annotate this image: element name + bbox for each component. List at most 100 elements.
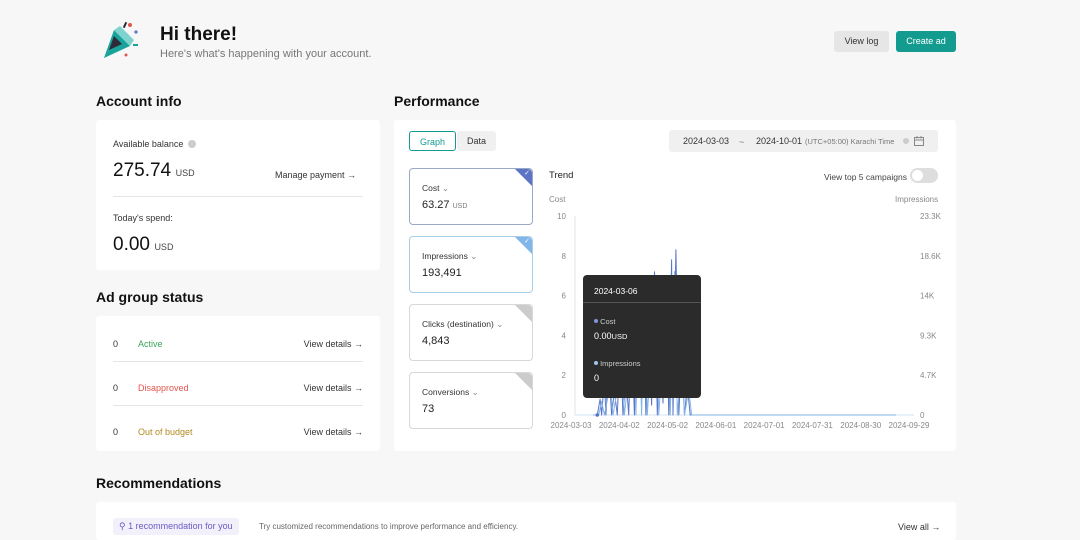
view-details-link[interactable]: View details → [304,383,363,393]
y-left-tick-label: 4 [562,331,567,340]
y-right-tick-label: 14K [920,292,935,301]
status-row-active: 0 Active View details → [96,319,380,363]
balance-label: Available balance [113,139,196,149]
view-log-button[interactable]: View log [834,31,889,52]
date-end: 2024-10-01 [756,136,803,146]
date-separator: ~ [739,137,745,147]
metric-label: Clicks (destination) ⌄ [422,319,503,330]
tab-data[interactable]: Data [457,131,496,151]
spend-unit: USD [154,242,174,252]
page-title: Hi there! [160,24,238,45]
tooltip-divider [583,302,701,303]
view-details-link[interactable]: View details → [304,339,363,349]
create-ad-button[interactable]: Create ad [896,31,956,52]
metric-unit: USD [452,203,468,210]
tooltip-cost-value: 0.00USD [594,331,627,341]
tooltip-date: 2024-03-06 [594,286,638,296]
y-left-tick-label: 6 [562,292,567,301]
metric-label-text: Cost [422,183,440,193]
tooltip-cost-unit: USD [611,332,628,341]
spend-label: Today's spend: [113,213,173,223]
y-left-tick-label: 8 [562,252,567,261]
legend-dot [594,319,598,323]
check-icon: ✓ [524,170,530,177]
page-subtitle: Here's what's happening with your accoun… [160,48,372,60]
date-start: 2024-03-03 [683,136,730,146]
y-right-tick-label: 18.6K [920,252,942,261]
trend-title: Trend [549,170,574,181]
balance-value: 275.74 [113,160,172,181]
left-axis-title: Cost [549,195,566,204]
tab-graph[interactable]: Graph [409,131,456,151]
view-all-link[interactable]: View all → [898,522,940,532]
timezone-label: (UTC+05:00) Karachi Time [805,137,895,146]
metric-label-text: Impressions [422,251,468,261]
metric-value: 63.27 USD [422,199,467,211]
spend-value: 0.00 [113,234,150,255]
x-tick-label: 2024-07-01 [744,421,785,430]
account-info-card: Available balance 275.74 USD Manage paym… [96,120,380,270]
manage-payment-link[interactable]: Manage payment → [275,170,356,180]
recommendation-badge-text: 1 recommendation for you [128,521,233,531]
metric-label: Conversions ⌄ [422,387,479,398]
y-right-tick-label: 23.3K [920,212,942,221]
metric-card-cost[interactable]: ✓ Cost ⌄ 63.27 USD [409,168,533,225]
arrow-right-icon: → [354,339,363,349]
x-tick-label: 2024-03-03 [551,421,592,430]
date-range-picker[interactable]: 2024-03-03 ~ 2024-10-01 (UTC+05:00) Kara… [669,130,938,152]
metric-label: Cost ⌄ [422,183,449,194]
performance-heading: Performance [394,93,480,109]
status-label: Out of budget [138,427,193,437]
status-row-disapproved: 0 Disapproved View details → [96,363,380,407]
info-icon[interactable] [187,140,196,148]
arrow-right-icon: → [347,170,357,180]
view-all-text: View all [898,522,929,532]
recommendation-badge[interactable]: ⚲ 1 recommendation for you [113,518,239,535]
hover-point [595,413,600,417]
chevron-down-icon: ⌄ [441,183,449,193]
status-label: Disapproved [138,383,189,393]
tooltip-impr-label: Impressions [594,359,641,368]
metric-value-text: 63.27 [422,199,450,211]
y-left-tick-label: 10 [557,212,566,221]
tooltip-cost-label-text: Cost [600,317,616,326]
view-details-text: View details [303,339,352,349]
metric-card-clicks[interactable]: Clicks (destination) ⌄ 4,843 [409,304,533,361]
tooltip-impr-value: 0 [594,373,600,383]
balance-label-text: Available balance [113,139,184,149]
status-count: 0 [113,383,119,393]
x-tick-label: 2024-08-30 [840,421,881,430]
chevron-down-icon: ⌄ [496,319,504,329]
view-details-text: View details [303,383,352,393]
status-row-out-of-budget: 0 Out of budget View details → [96,407,380,451]
divider [113,405,363,406]
metric-label-text: Conversions [422,387,470,397]
metric-value: 193,491 [422,267,462,279]
x-tick-label: 2024-06-01 [695,421,736,430]
x-tick-label: 2024-09-29 [889,421,930,430]
metric-value: 4,843 [422,335,450,347]
top5-toggle[interactable] [910,168,938,183]
ad-group-status-card: 0 Active View details → 0 Disapproved Vi… [96,316,380,451]
metric-card-conversions[interactable]: Conversions ⌄ 73 [409,372,533,429]
manage-payment-text: Manage payment [275,170,345,180]
toggle-knob [912,170,923,181]
y-left-tick-label: 2 [562,371,567,380]
metric-card-impressions[interactable]: ✓ Impressions ⌄ 193,491 [409,236,533,293]
divider [113,196,363,197]
divider [113,361,363,362]
metric-label: Impressions ⌄ [422,251,477,262]
location-pin-icon: ⚲ [119,521,126,531]
spend-amount: 0.00 USD [113,234,173,256]
status-label: Active [138,339,163,349]
recommendations-heading: Recommendations [96,475,222,491]
ad-group-status-heading: Ad group status [96,289,204,305]
calendar-icon [914,136,924,146]
x-tick-label: 2024-07-31 [792,421,833,430]
unselected-corner [515,373,532,390]
arrow-right-icon: → [354,427,363,437]
view-details-link[interactable]: View details → [304,427,363,437]
arrow-right-icon: → [354,383,363,393]
y-right-tick-label: 4.7K [920,371,937,380]
metric-label-text: Clicks (destination) [422,319,494,329]
